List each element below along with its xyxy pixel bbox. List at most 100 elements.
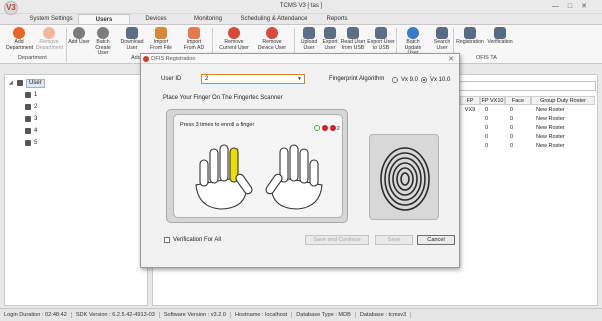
- algorithm-option-vx10-label: Vx 10.0: [430, 77, 451, 83]
- dialog-title: OFIS Registration: [151, 56, 196, 62]
- status-sdk-version: SDK Version : 6.2.5.42-4913-03: [72, 312, 160, 318]
- status-database: Database : tcmsv3: [356, 312, 412, 318]
- verification-icon: [494, 27, 506, 39]
- user-icon: [25, 128, 31, 134]
- read-usb-icon: [347, 27, 359, 39]
- tree-item[interactable]: 1: [25, 91, 37, 99]
- cancel-button[interactable]: Cancel: [417, 235, 455, 245]
- upload-icon: [303, 27, 315, 39]
- fingerprint-preview: [369, 134, 439, 220]
- algorithm-radio-vx9[interactable]: [392, 77, 398, 83]
- user-icon: [25, 104, 31, 110]
- registration-icon: [464, 27, 476, 39]
- chevron-down-icon: ▼: [297, 76, 302, 82]
- enroll-prompt: Press 3 times to enroll a finger: [180, 122, 255, 128]
- finger-selection-area: Press 3 times to enroll a finger 2: [173, 114, 343, 218]
- column-header-group-duty-roster[interactable]: Group Duty Roster: [531, 96, 595, 105]
- dialog-logo-icon: [143, 56, 149, 62]
- ribbon-group-department: Department: [18, 55, 47, 61]
- column-header-fp-vx9[interactable]: FP VX9: [460, 96, 480, 113]
- download-user-button[interactable]: Download User: [119, 27, 145, 55]
- save-button[interactable]: Save: [375, 235, 413, 245]
- batch-create-user-button[interactable]: Batch Create User: [90, 27, 116, 56]
- window-title: TCMS V3 [ tas ]: [279, 3, 323, 9]
- verification-for-all-checkbox[interactable]: [164, 237, 170, 243]
- import-from-file-button[interactable]: Import From File: [148, 27, 174, 55]
- column-header-face[interactable]: Face: [505, 96, 531, 105]
- finger-selection-panel: Press 3 times to enroll a finger 2: [166, 109, 348, 223]
- tree-item[interactable]: 5: [25, 139, 37, 147]
- import-file-icon: [155, 27, 167, 39]
- left-finger-pinky[interactable]: [199, 159, 209, 187]
- search-user-button[interactable]: Search User: [429, 27, 455, 55]
- algorithm-radio-vx10[interactable]: [421, 77, 427, 83]
- add-user-icon: [73, 27, 85, 39]
- remove-department-button[interactable]: Remove Department: [36, 27, 63, 55]
- table-row[interactable]: 0 0 New Roster: [483, 124, 594, 133]
- fingerprint-icon: [380, 147, 430, 211]
- export-user-to-usb-button[interactable]: Export User to USB: [366, 27, 396, 55]
- add-circle-icon: [13, 27, 25, 39]
- left-finger-middle[interactable]: [219, 144, 229, 182]
- hands-diagram: [195, 144, 323, 210]
- maximize-icon[interactable]: □: [568, 3, 581, 10]
- user-id-label: User ID: [161, 76, 182, 82]
- algorithm-option-vx9-label: Vx 9.0: [401, 77, 419, 83]
- registration-button[interactable]: Registration: [456, 27, 484, 55]
- user-icon: [25, 140, 31, 146]
- status-login-duration: Login Duration : 02:48:42: [0, 312, 72, 318]
- tab-reports[interactable]: Reports: [314, 14, 360, 24]
- tab-scheduling-attendance[interactable]: Scheduling & Attendance: [234, 14, 314, 24]
- right-finger-pinky[interactable]: [309, 159, 319, 187]
- add-user-button[interactable]: Add User: [66, 27, 92, 55]
- ribbon-group-ofis-ta: OFIS TA: [476, 55, 497, 61]
- close-icon[interactable]: ✕: [581, 3, 596, 10]
- add-department-button[interactable]: Add Department: [6, 27, 33, 55]
- dialog-close-icon[interactable]: ✕: [448, 55, 454, 63]
- right-finger-middle[interactable]: [289, 144, 299, 182]
- batch-update-user-button[interactable]: Batch Update User: [399, 27, 427, 56]
- table-row[interactable]: 0 0 New Roster: [483, 133, 594, 142]
- collapse-icon[interactable]: ◢: [9, 79, 15, 87]
- left-finger-ring[interactable]: [209, 148, 219, 184]
- batch-create-icon: [97, 27, 109, 39]
- status-bar: Login Duration : 02:48:42 SDK Version : …: [0, 308, 602, 321]
- user-group-icon: [17, 80, 23, 86]
- status-database-type: Database Type : MDB: [292, 312, 356, 318]
- import-from-ad-button[interactable]: Import From AD: [181, 27, 207, 55]
- tree-item[interactable]: 3: [25, 115, 37, 123]
- tree-item[interactable]: 2: [25, 103, 37, 111]
- remove-device-user-button[interactable]: Remove Device User: [256, 27, 288, 55]
- table-row[interactable]: 0 0 New Roster: [483, 106, 594, 115]
- tree-item[interactable]: 4: [25, 127, 37, 135]
- import-ad-icon: [188, 27, 200, 39]
- user-id-value: 2: [205, 76, 209, 82]
- tree-root-label: User: [26, 78, 45, 88]
- tab-devices[interactable]: Devices: [130, 14, 182, 24]
- table-row[interactable]: 0 0 New Roster: [483, 115, 594, 124]
- minimize-icon[interactable]: —: [552, 3, 568, 10]
- tree-root[interactable]: ◢ User: [9, 78, 45, 88]
- window-controls: —□✕: [552, 2, 596, 10]
- enroll-progress-dot-1: [314, 125, 320, 131]
- department-tree[interactable]: ◢ User 1 2 3 4 5: [4, 74, 148, 306]
- main-tabs: System Settings Users Devices Monitoring…: [24, 14, 360, 24]
- tab-system-settings[interactable]: System Settings: [24, 14, 78, 24]
- remove-current-user-button[interactable]: Remove Current User: [218, 27, 250, 55]
- export-icon: [324, 27, 336, 39]
- save-and-continue-button[interactable]: Save and Continue: [305, 235, 369, 245]
- user-id-dropdown[interactable]: 2 ▼: [201, 74, 305, 84]
- right-finger-ring[interactable]: [299, 148, 309, 184]
- enroll-progress-dot-2: [322, 125, 328, 131]
- enroll-progress-dot-3: [330, 125, 336, 131]
- dialog-title-bar: OFIS Registration ✕: [141, 54, 459, 64]
- remove-device-user-icon: [266, 27, 278, 39]
- table-row[interactable]: 0 0 New Roster: [483, 142, 594, 151]
- tab-monitoring[interactable]: Monitoring: [182, 14, 234, 24]
- ofis-registration-dialog: OFIS Registration ✕ User ID 2 ▼ Fingerpr…: [140, 53, 460, 268]
- column-header-fp-vx10[interactable]: FP VX10: [480, 96, 505, 105]
- tab-users[interactable]: Users: [78, 14, 130, 24]
- verification-button[interactable]: Verification: [486, 27, 514, 55]
- read-user-from-usb-button[interactable]: Read User from USB: [338, 27, 368, 55]
- grid-search-input[interactable]: [448, 81, 596, 91]
